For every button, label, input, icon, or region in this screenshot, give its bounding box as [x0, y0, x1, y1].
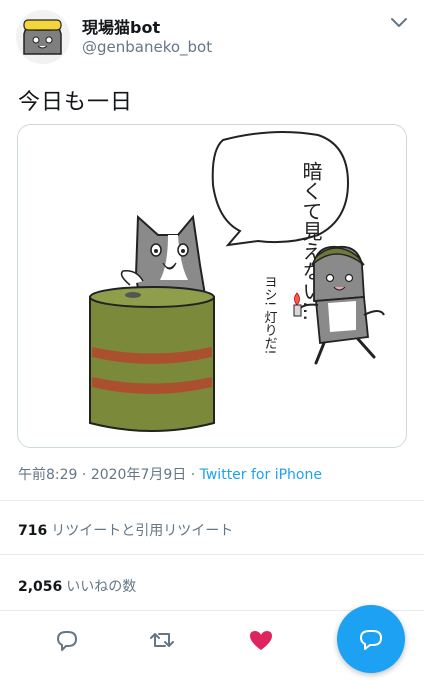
retweet-icon[interactable]	[148, 626, 176, 654]
display-name[interactable]: 現場猫bot	[82, 14, 160, 38]
tweet-image[interactable]: 暗くて見えない… ヨシ! 灯りだ!	[17, 124, 407, 448]
avatar-cat-image	[16, 10, 70, 64]
retweets-label: リツイートと引用リツイート	[51, 523, 234, 539]
retweets-count: 716	[18, 523, 48, 539]
handle[interactable]: @genbaneko_bot	[82, 38, 212, 56]
tweet-date: 2020年7月9日	[90, 467, 187, 483]
chevron-down-icon[interactable]	[388, 14, 410, 32]
small-cat-text: ヨシ! 灯りだ!	[262, 275, 278, 355]
compose-reply-icon	[360, 630, 382, 650]
meta-separator: ·	[186, 467, 200, 483]
likes-stat[interactable]: 2,056 いいねの数	[18, 576, 136, 596]
tweet-meta: 午前8:29 · 2020年7月9日 · Twitter for iPhone	[18, 464, 322, 484]
cat-barrel-illustration: 暗くて見えない… ヨシ! 灯りだ!	[18, 125, 406, 447]
heart-icon[interactable]	[247, 626, 275, 654]
retweets-stat[interactable]: 716 リツイートと引用リツイート	[18, 520, 233, 540]
oil-drum	[89, 286, 215, 432]
likes-count: 2,056	[18, 579, 63, 595]
reply-icon[interactable]	[53, 626, 81, 654]
meta-separator: ·	[77, 467, 91, 483]
divider	[0, 554, 424, 555]
tweet-time: 午前8:29	[18, 467, 78, 483]
tweet-header: 現場猫bot @genbaneko_bot	[0, 0, 424, 78]
divider	[0, 500, 424, 501]
likes-label: いいねの数	[66, 579, 137, 595]
tweet-text: 今日も一日	[18, 90, 134, 115]
avatar[interactable]	[16, 10, 70, 64]
tweet-source-link[interactable]: Twitter for iPhone	[200, 467, 322, 483]
compose-reply-button[interactable]	[337, 605, 405, 673]
